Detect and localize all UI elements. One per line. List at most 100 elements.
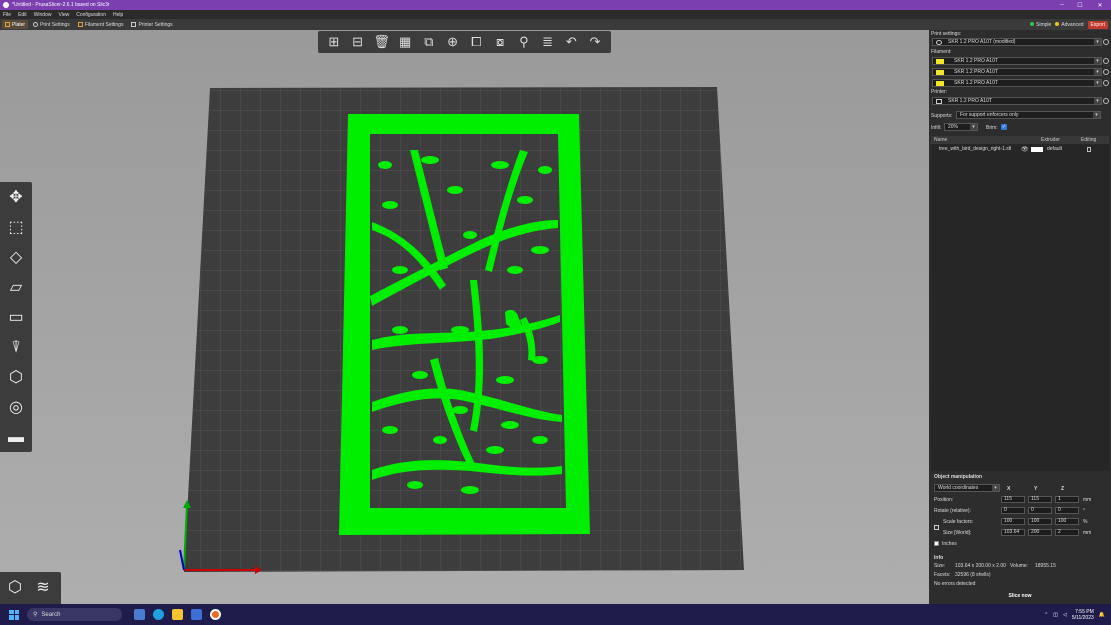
eye-icon[interactable]: 👁 xyxy=(1021,146,1029,153)
notification-bell-icon[interactable]: 🔔 xyxy=(1099,612,1105,618)
filament-select-2[interactable]: SKR 1.2 PRO A10T ▾ xyxy=(932,68,1102,76)
filament-select-1[interactable]: SKR 1.2 PRO A10T ▾ xyxy=(932,57,1102,65)
rotate-x-input[interactable]: 0 xyxy=(1001,507,1025,514)
chevron-up-icon[interactable]: ⌃ xyxy=(1044,612,1048,618)
chevron-down-icon: ▾ xyxy=(1094,69,1101,75)
arrange-selection-icon[interactable]: ⧉ xyxy=(421,34,437,50)
arrange-icon[interactable]: ▦ xyxy=(397,34,413,50)
rotate-y-input[interactable]: 0 xyxy=(1028,507,1052,514)
menu-view[interactable]: View xyxy=(58,12,69,18)
edit-icon[interactable] xyxy=(1087,146,1091,152)
rotate-z-input[interactable]: 0 xyxy=(1055,507,1079,514)
settings-icon[interactable] xyxy=(1103,58,1109,64)
filament-value-3: SKR 1.2 PRO A10T xyxy=(954,80,998,86)
position-x-input[interactable]: 115 xyxy=(1001,496,1025,503)
support-paint-icon[interactable]: ⍒ xyxy=(4,336,28,360)
close-button[interactable]: ✕ xyxy=(1093,0,1107,10)
menu-help[interactable]: Help xyxy=(113,12,123,18)
tab-filament-settings[interactable]: Filament Settings xyxy=(75,20,127,29)
settings-icon[interactable] xyxy=(1103,69,1109,75)
brim-checkbox[interactable]: ✓ xyxy=(1001,124,1007,130)
title-bar: *Untitled - PrusaSlicer-2.6.1 based on S… xyxy=(0,0,1111,10)
info-size-value: 103.64 x 200.00 x 2.00 xyxy=(955,563,1006,569)
top-toolbar: ⊞ ⊟ 🗑 ▦ ⧉ ⊕ ⧠ ⧇ ⚲ ≣ ↶ ↷ xyxy=(318,31,611,53)
filament-select-3[interactable]: SKR 1.2 PRO A10T ▾ xyxy=(932,79,1102,87)
tab-print-settings[interactable]: Print Settings xyxy=(30,20,73,29)
tab-printer-settings[interactable]: Printer Settings xyxy=(128,20,175,29)
delete-icon[interactable]: ⊟ xyxy=(350,34,366,50)
maximize-button[interactable]: ☐ xyxy=(1073,0,1087,10)
size-label: Size [World]: xyxy=(943,530,972,536)
chevron-down-icon: ▾ xyxy=(992,485,999,491)
rotate-icon[interactable]: ◇ xyxy=(4,246,28,270)
undo-icon[interactable]: ↶ xyxy=(563,34,579,50)
delete-all-icon[interactable]: 🗑 xyxy=(373,34,390,50)
3d-view-icon[interactable]: ⬡ xyxy=(3,576,27,600)
search-icon[interactable]: ⚲ xyxy=(516,34,532,50)
inches-checkbox[interactable] xyxy=(934,541,939,546)
scale-y-input[interactable]: 100 xyxy=(1028,518,1052,525)
layers-editing-icon[interactable]: ≣ xyxy=(540,34,556,50)
prusaslicer-taskbar-icon[interactable] xyxy=(210,609,221,620)
printer-select[interactable]: SKR 1.2 PRO A10T ▾ xyxy=(932,97,1102,105)
add-instance-icon[interactable]: ⊕ xyxy=(445,34,461,50)
seam-paint-icon[interactable]: ⬡ xyxy=(4,366,28,390)
preview-icon[interactable]: ≋ xyxy=(31,576,55,600)
menu-file[interactable]: File xyxy=(3,12,11,18)
info-title: Info xyxy=(934,555,944,561)
network-icon[interactable]: ◫ xyxy=(1053,612,1058,618)
filament-value-2: SKR 1.2 PRO A10T xyxy=(954,69,998,75)
place-on-face-icon[interactable]: ▱ xyxy=(4,276,28,300)
clock-time: 7:55 PM xyxy=(1075,608,1094,615)
infill-select[interactable]: 20% ▾ xyxy=(944,123,978,131)
scale-x-input[interactable]: 100 xyxy=(1001,518,1025,525)
scale-icon[interactable]: ⬚ xyxy=(4,216,28,240)
clock[interactable]: 7:55 PM 5/11/2023 xyxy=(1072,609,1094,621)
settings-icon[interactable] xyxy=(1103,39,1109,45)
size-y-input[interactable]: 200 xyxy=(1028,529,1052,536)
settings-icon[interactable] xyxy=(1103,98,1109,104)
list-item[interactable]: tree_with_bird_design_right-1.stl 👁 defa… xyxy=(931,145,1109,153)
export-button[interactable]: Export xyxy=(1087,20,1108,29)
minimize-button[interactable]: – xyxy=(1055,0,1069,10)
3d-viewport[interactable]: ⊞ ⊟ 🗑 ▦ ⧉ ⊕ ⧠ ⧇ ⚲ ≣ ↶ ↷ ✥ ⬚ ◇ ▱ ▭ ⍒ ⬡ ◎ … xyxy=(0,30,929,604)
tab-plater[interactable]: Plater xyxy=(2,20,29,29)
slice-now-button[interactable]: Slice now xyxy=(931,591,1109,602)
settings-icon[interactable] xyxy=(1103,80,1109,86)
filament-color-swatch xyxy=(936,80,944,86)
measure-icon[interactable]: ▬ xyxy=(4,426,28,450)
store-icon[interactable] xyxy=(191,609,202,620)
supports-select[interactable]: For support enforcers only ▾ xyxy=(956,111,1101,119)
taskbar-search[interactable]: ⚲ Search xyxy=(27,608,122,621)
mmu-paint-icon[interactable]: ◎ xyxy=(4,396,28,420)
menu-configuration[interactable]: Configuration xyxy=(76,12,106,18)
mode-advanced[interactable]: Advanced xyxy=(1055,21,1084,28)
paste-icon[interactable]: ⧇ xyxy=(492,34,508,50)
file-explorer-icon[interactable] xyxy=(172,609,183,620)
print-profile-select[interactable]: SKR 1.2 PRO A10T (modified) ▾ xyxy=(932,38,1102,46)
task-view-icon[interactable] xyxy=(134,609,145,620)
size-x-input[interactable]: 103.64 xyxy=(1001,529,1025,536)
redo-icon[interactable]: ↷ xyxy=(587,34,603,50)
object-manipulation-title: Object manipulation xyxy=(934,474,983,480)
lock-icon[interactable] xyxy=(934,525,939,530)
size-z-input[interactable]: 2 xyxy=(1055,529,1079,536)
move-icon[interactable]: ✥ xyxy=(4,186,28,210)
spool-icon xyxy=(77,22,83,27)
menu-window[interactable]: Window xyxy=(34,12,52,18)
header-extruder: Extruder xyxy=(1041,137,1060,143)
copy-icon[interactable]: ⧠ xyxy=(468,34,484,50)
volume-icon[interactable]: ◁ xyxy=(1063,612,1067,618)
scale-z-input[interactable]: 100 xyxy=(1055,518,1079,525)
windows-start-icon[interactable] xyxy=(9,609,19,620)
add-icon[interactable]: ⊞ xyxy=(326,34,342,50)
position-y-input[interactable]: 115 xyxy=(1028,496,1052,503)
coordinate-system-select[interactable]: World coordinates ▾ xyxy=(934,484,1000,492)
menu-edit[interactable]: Edit xyxy=(18,12,27,18)
position-z-input[interactable]: 1 xyxy=(1055,496,1079,503)
windows-taskbar: ⚲ Search ⌃ ◫ ◁ 7:55 PM 5/11/2023 🔔 xyxy=(0,604,1111,625)
cut-icon[interactable]: ▭ xyxy=(4,306,28,330)
gear-icon xyxy=(33,22,39,27)
edge-icon[interactable] xyxy=(153,609,164,620)
mode-simple[interactable]: Simple xyxy=(1030,21,1051,28)
